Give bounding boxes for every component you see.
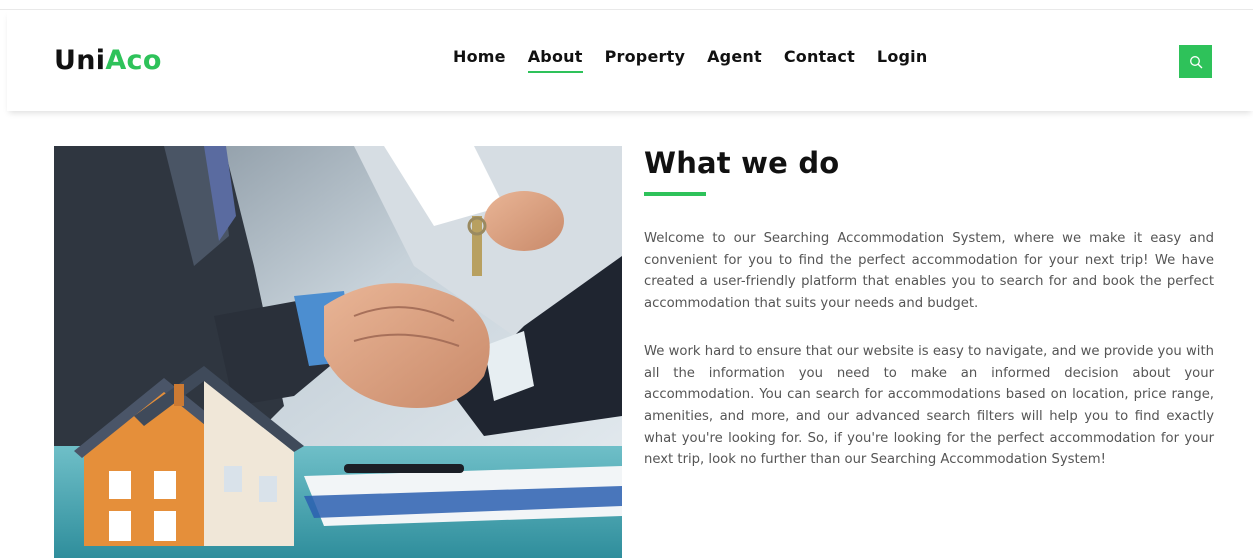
brand-logo[interactable]: UniAco xyxy=(54,45,162,77)
title-underline xyxy=(644,192,706,196)
logo-part-aco: Aco xyxy=(105,45,162,76)
nav-login[interactable]: Login xyxy=(877,46,928,68)
site-header: UniAco Home About Property Agent Contact… xyxy=(7,10,1253,111)
top-border xyxy=(0,0,1253,10)
nav-property[interactable]: Property xyxy=(605,46,685,68)
search-icon xyxy=(1189,55,1202,68)
nav-home[interactable]: Home xyxy=(453,46,506,68)
main-nav: Home About Property Agent Contact Login xyxy=(453,46,928,73)
what-we-do-section: What we do Welcome to our Searching Acco… xyxy=(644,143,1214,471)
logo-part-uni: Uni xyxy=(54,45,106,76)
details-paragraph: We work hard to ensure that our website … xyxy=(644,343,1214,468)
nav-agent[interactable]: Agent xyxy=(707,46,762,68)
section-title: What we do xyxy=(644,146,840,180)
nav-contact[interactable]: Contact xyxy=(784,46,855,68)
handshake-house-illustration xyxy=(54,146,622,558)
hero-image xyxy=(54,146,622,558)
search-button[interactable] xyxy=(1179,45,1212,78)
intro-paragraph: Welcome to our Searching Accommodation S… xyxy=(644,231,1214,312)
nav-about[interactable]: About xyxy=(527,46,583,73)
